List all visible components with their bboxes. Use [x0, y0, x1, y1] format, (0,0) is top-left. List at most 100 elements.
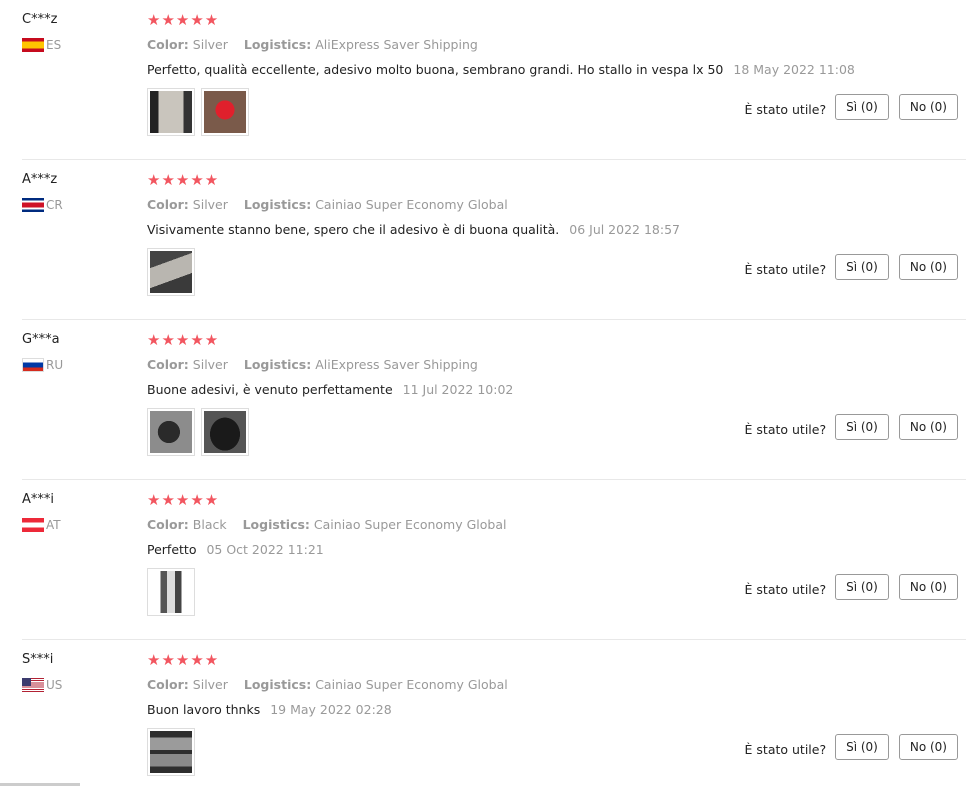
- review-date: 19 May 2022 02:28: [270, 702, 392, 717]
- star-rating: ★★★★★: [147, 171, 220, 189]
- review-body: Perfetto, qualità eccellente, adesivo mo…: [147, 62, 724, 77]
- country-code: US: [46, 678, 63, 692]
- color-label: Color:: [147, 677, 189, 692]
- review-photos: [147, 568, 195, 616]
- color-value: Silver: [192, 197, 228, 212]
- review-item: S***i US ★★★★★ Color: Silver Logistics: …: [0, 640, 966, 800]
- reviewer-country: AT: [22, 518, 61, 532]
- helpful-yes-button[interactable]: Sì (0): [835, 414, 889, 440]
- logistics-label: Logistics:: [243, 677, 312, 692]
- review-item: A***z CR ★★★★★ Color: Silver Logistics: …: [0, 160, 966, 320]
- logistics-label: Logistics:: [243, 197, 312, 212]
- country-code: CR: [46, 198, 63, 212]
- logistics-label: Logistics:: [243, 37, 312, 52]
- helpful-yes-button[interactable]: Sì (0): [835, 94, 889, 120]
- logistics-label: Logistics:: [242, 517, 310, 532]
- reviewer-name: G***a: [22, 332, 60, 347]
- review-attributes: Color: Silver Logistics: Cainiao Super E…: [147, 197, 508, 212]
- helpful-question: È stato utile?: [744, 421, 827, 437]
- helpful-yes-button[interactable]: Sì (0): [835, 574, 889, 600]
- color-value: Silver: [192, 677, 228, 692]
- review-text: Perfetto, qualità eccellente, adesivo mo…: [147, 62, 855, 77]
- reviewer-country: CR: [22, 198, 63, 212]
- logistics-value: Cainiao Super Economy Global: [315, 197, 508, 212]
- review-body: Perfetto: [147, 542, 197, 557]
- helpful-question: È stato utile?: [744, 581, 827, 597]
- cr-flag-icon: [22, 198, 44, 212]
- reviewer-country: ES: [22, 38, 61, 52]
- review-photo[interactable]: [147, 248, 195, 296]
- review-text: Buone adesivi, è venuto perfettamente 11…: [147, 382, 513, 397]
- review-date: 11 Jul 2022 10:02: [402, 382, 514, 397]
- ru-flag-icon: [22, 358, 44, 372]
- review-item: G***a RU ★★★★★ Color: Silver Logistics: …: [0, 320, 966, 480]
- logistics-value: AliExpress Saver Shipping: [315, 357, 478, 372]
- color-value: Silver: [192, 357, 228, 372]
- review-photo[interactable]: [147, 728, 195, 776]
- review-date: 05 Oct 2022 11:21: [206, 542, 324, 557]
- review-attributes: Color: Silver Logistics: AliExpress Save…: [147, 37, 478, 52]
- reviewer-name: C***z: [22, 12, 58, 27]
- helpful-question: È stato utile?: [744, 101, 827, 117]
- color-value: Silver: [192, 37, 228, 52]
- star-rating: ★★★★★: [147, 11, 220, 29]
- helpful-vote: È stato utile? Sì (0) No (0): [745, 574, 958, 600]
- star-rating: ★★★★★: [147, 491, 220, 509]
- at-flag-icon: [22, 518, 44, 532]
- review-item: C***z ES ★★★★★ Color: Silver Logistics: …: [0, 0, 966, 160]
- review-attributes: Color: Silver Logistics: AliExpress Save…: [147, 357, 478, 372]
- us-flag-icon: [22, 678, 44, 692]
- reviewer-country: RU: [22, 358, 63, 372]
- country-code: RU: [46, 358, 64, 372]
- review-body: Buone adesivi, è venuto perfettamente: [147, 382, 393, 397]
- color-label: Color:: [147, 197, 189, 212]
- reviewer-name: S***i: [22, 652, 54, 667]
- review-body: Visivamente stanno bene, spero che il ad…: [147, 222, 560, 237]
- review-photo[interactable]: [147, 568, 195, 616]
- reviewer-name: A***i: [22, 492, 55, 507]
- helpful-question: È stato utile?: [744, 261, 827, 277]
- helpful-no-button[interactable]: No (0): [898, 414, 958, 440]
- review-attributes: Color: Black Logistics: Cainiao Super Ec…: [147, 517, 506, 532]
- review-photos: [147, 728, 195, 776]
- helpful-question: È stato utile?: [744, 741, 827, 757]
- country-code: AT: [46, 518, 61, 532]
- review-text: Buon lavoro thnks 19 May 2022 02:28: [147, 702, 392, 717]
- review-date: 06 Jul 2022 18:57: [569, 222, 680, 237]
- star-rating: ★★★★★: [147, 651, 220, 669]
- review-photos: [147, 88, 249, 136]
- review-text: Perfetto 05 Oct 2022 11:21: [147, 542, 324, 557]
- review-photos: [147, 408, 249, 456]
- review-photos: [147, 248, 195, 296]
- helpful-no-button[interactable]: No (0): [898, 254, 958, 280]
- helpful-no-button[interactable]: No (0): [898, 94, 958, 120]
- helpful-vote: È stato utile? Sì (0) No (0): [745, 414, 958, 440]
- color-label: Color:: [147, 37, 189, 52]
- review-photo[interactable]: [147, 88, 195, 136]
- review-photo[interactable]: [147, 408, 195, 456]
- reviewer-name: A***z: [22, 172, 58, 187]
- helpful-yes-button[interactable]: Sì (0): [835, 734, 889, 760]
- logistics-value: Cainiao Super Economy Global: [313, 517, 507, 532]
- review-item: A***i AT ★★★★★ Color: Black Logistics: C…: [0, 480, 966, 640]
- helpful-no-button[interactable]: No (0): [898, 734, 958, 760]
- review-attributes: Color: Silver Logistics: Cainiao Super E…: [147, 677, 508, 692]
- review-photo[interactable]: [201, 408, 249, 456]
- es-flag-icon: [22, 38, 44, 52]
- review-photo[interactable]: [201, 88, 249, 136]
- color-label: Color:: [147, 357, 189, 372]
- color-value: Black: [192, 517, 227, 532]
- helpful-no-button[interactable]: No (0): [898, 574, 958, 600]
- helpful-yes-button[interactable]: Sì (0): [835, 254, 889, 280]
- logistics-label: Logistics:: [243, 357, 312, 372]
- review-body: Buon lavoro thnks: [147, 702, 261, 717]
- color-label: Color:: [147, 517, 189, 532]
- helpful-vote: È stato utile? Sì (0) No (0): [745, 254, 958, 280]
- reviewer-country: US: [22, 678, 62, 692]
- helpful-vote: È stato utile? Sì (0) No (0): [745, 94, 958, 120]
- review-text: Visivamente stanno bene, spero che il ad…: [147, 222, 680, 237]
- helpful-vote: È stato utile? Sì (0) No (0): [745, 734, 958, 760]
- review-date: 18 May 2022 11:08: [733, 62, 855, 77]
- logistics-value: Cainiao Super Economy Global: [315, 677, 508, 692]
- star-rating: ★★★★★: [147, 331, 220, 349]
